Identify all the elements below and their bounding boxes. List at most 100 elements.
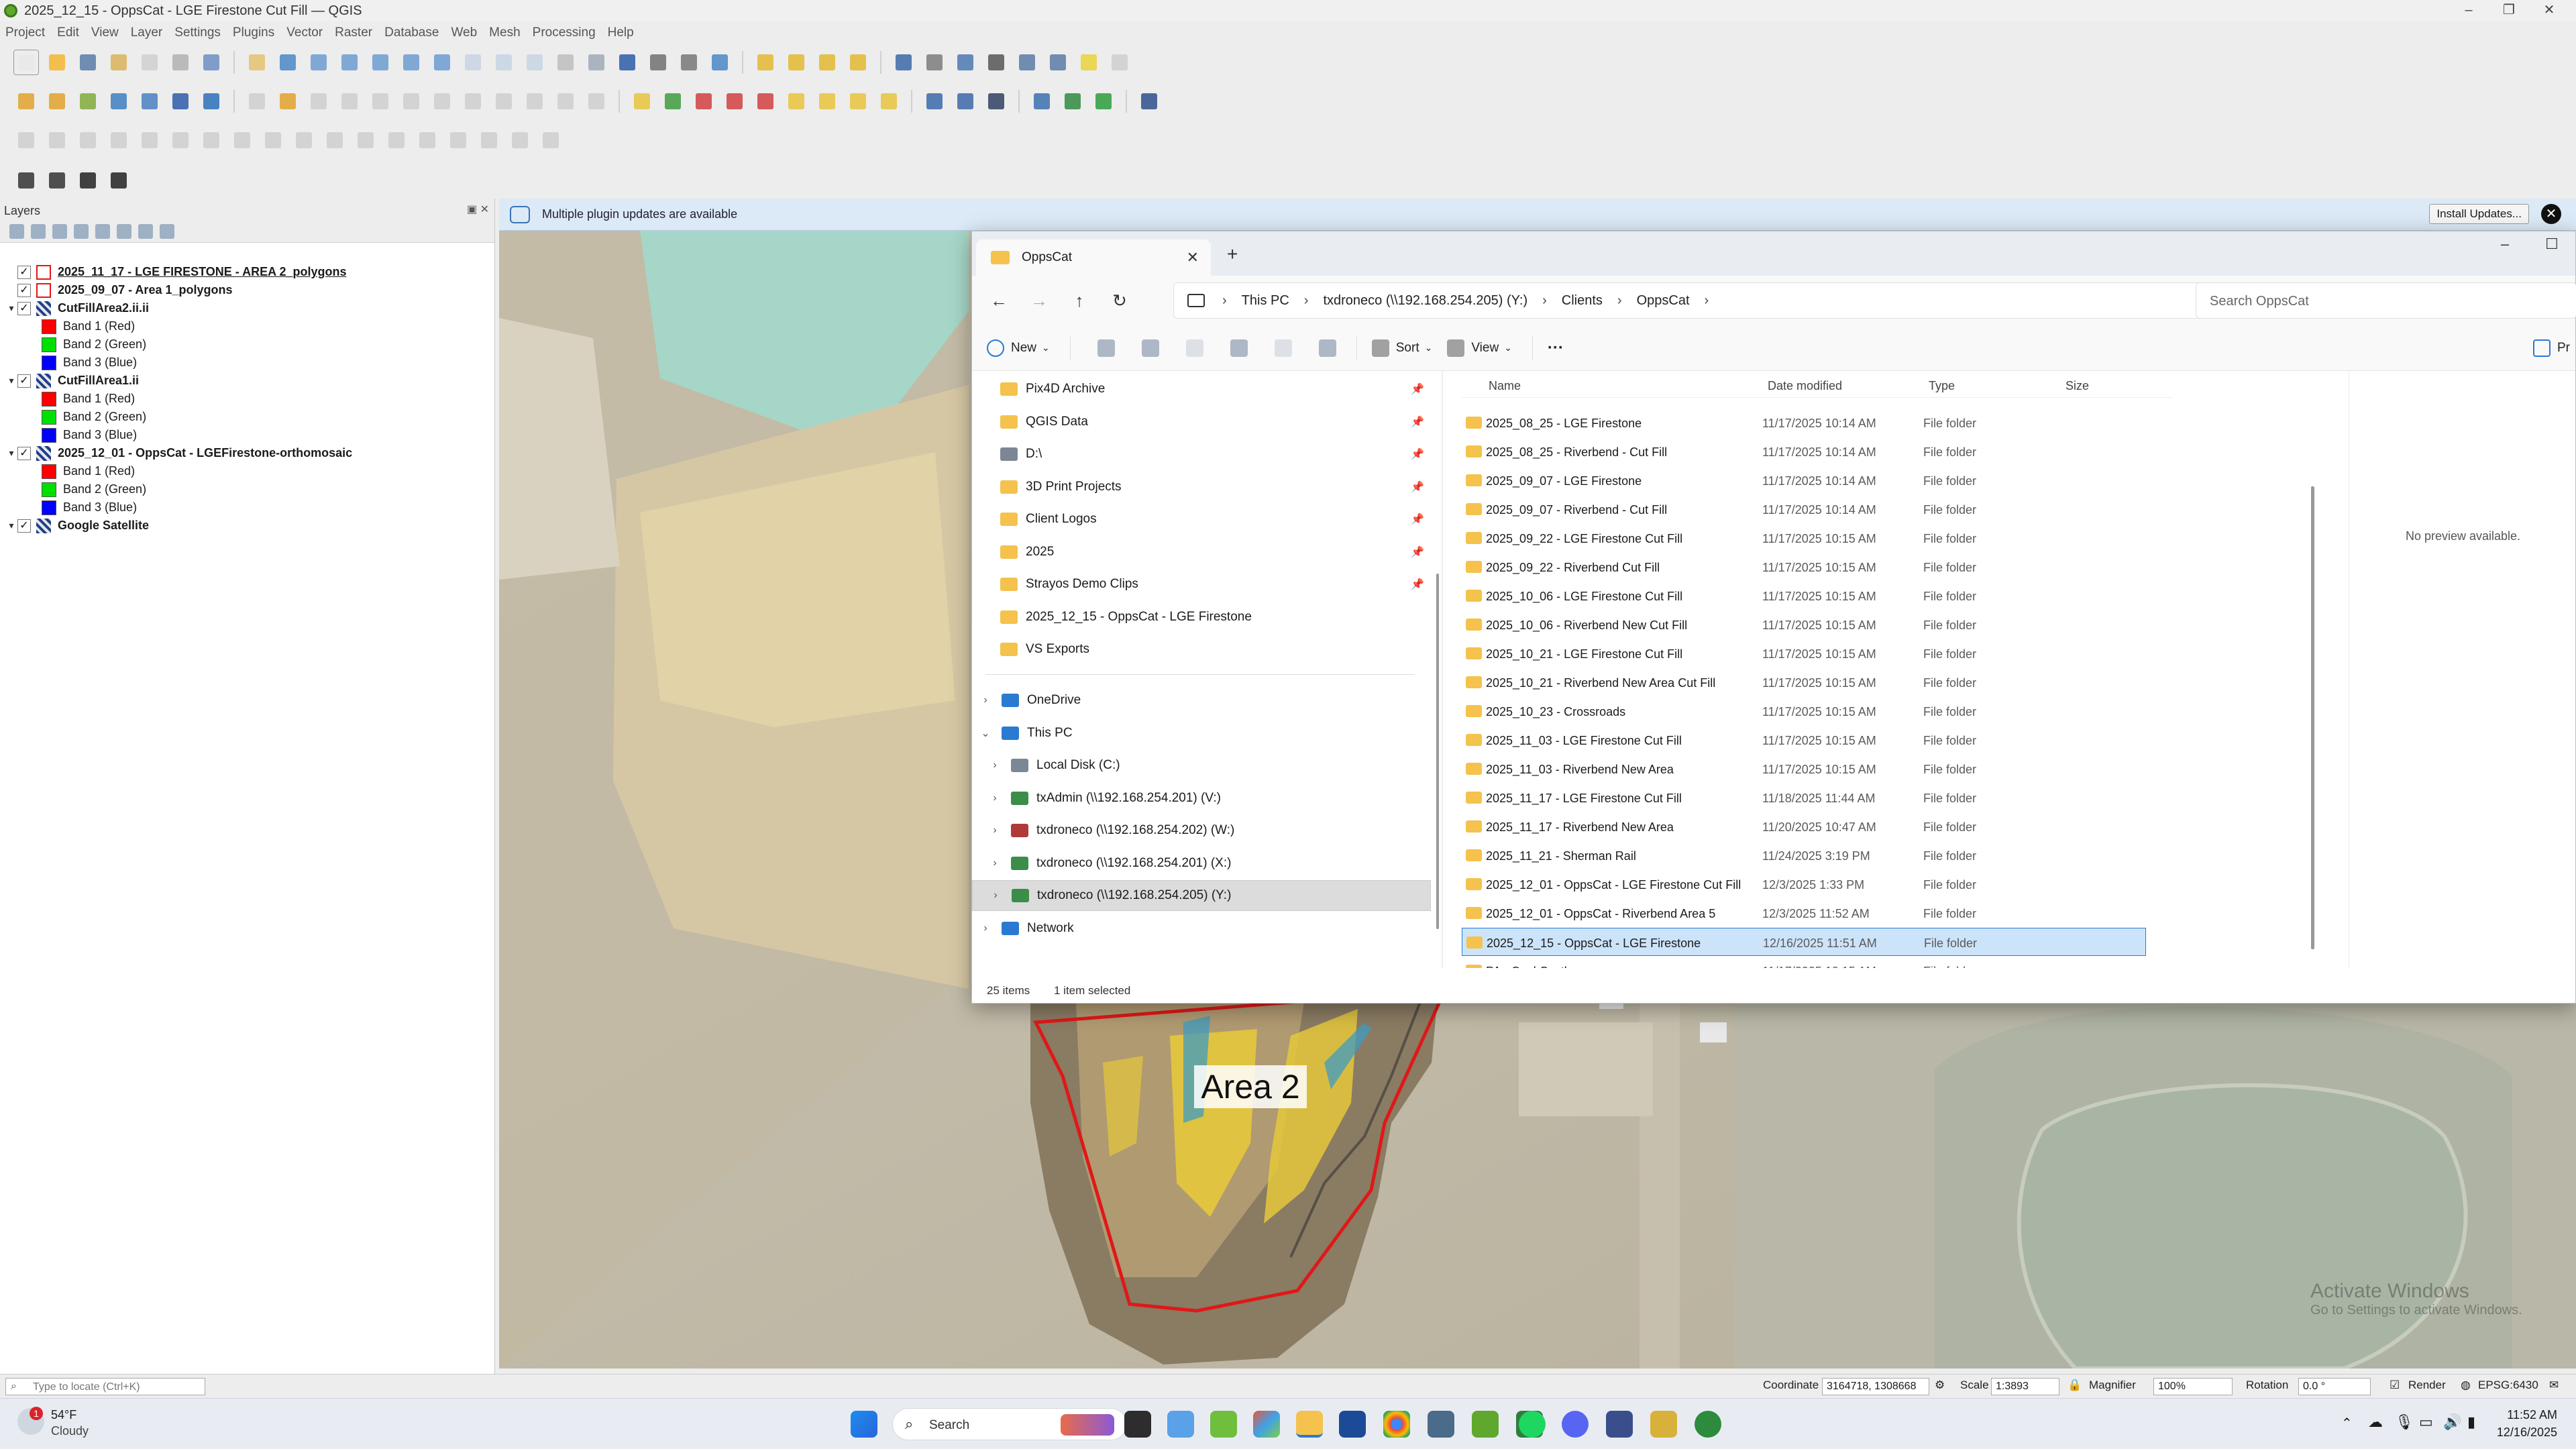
offset-curve-icon[interactable] — [291, 127, 317, 153]
quick-access-item[interactable]: Client Logos 📌 — [972, 504, 1431, 535]
quick-access-item[interactable]: QGIS Data 📌 — [972, 407, 1431, 437]
advanced-digitize-icon[interactable] — [13, 127, 39, 153]
delete-ring-icon[interactable] — [199, 127, 224, 153]
chevron-right-icon[interactable]: › — [979, 694, 992, 706]
toggle-editing-icon[interactable] — [275, 89, 301, 114]
spotify-icon[interactable] — [1519, 1411, 1546, 1438]
statistics-sum-icon[interactable] — [983, 50, 1009, 75]
file-row[interactable]: 2025_10_06 - Riverbend New Cut Fill 11/17… — [1462, 610, 2146, 639]
zoom-full-icon[interactable] — [368, 50, 393, 75]
processing-toolbox-icon[interactable] — [953, 50, 978, 75]
locator-search-input[interactable]: Type to locate (Ctrl+K) — [5, 1378, 205, 1395]
layer-band-row[interactable]: Band 3 (Blue) — [42, 426, 137, 444]
plugin-icon[interactable] — [1060, 89, 1085, 114]
pan-map-icon[interactable] — [244, 50, 270, 75]
chevron-down-icon[interactable]: ⌄ — [979, 727, 992, 740]
close-tab-icon[interactable]: ✕ — [1187, 249, 1199, 266]
pan-to-selection-icon[interactable] — [275, 50, 301, 75]
menu-settings[interactable]: Settings — [174, 25, 221, 40]
manage-themes-icon[interactable] — [52, 223, 67, 239]
close-message-icon[interactable]: ✕ — [2541, 204, 2561, 224]
file-row[interactable]: 2025_10_23 - Crossroads 11/17/2025 10:15 … — [1462, 697, 2146, 725]
metasearch-icon[interactable] — [922, 89, 947, 114]
file-row[interactable]: 2025_10_21 - Riverbend New Area Cut Fill… — [1462, 668, 2146, 696]
layer-visibility-checkbox[interactable]: ✓ — [17, 374, 31, 388]
cut-features-icon[interactable] — [460, 89, 486, 114]
file-row[interactable]: 2025_10_21 - LGE Firestone Cut Fill 11/17… — [1462, 639, 2146, 667]
cut-icon[interactable] — [1097, 339, 1115, 357]
crs-toggle-icon[interactable]: ⚙ — [1935, 1379, 1945, 1392]
app-icon-blue[interactable] — [1606, 1411, 1633, 1438]
layer-visibility-checkbox[interactable]: ✓ — [17, 519, 31, 533]
breadcrumb-this-pc[interactable]: This PC — [1242, 293, 1289, 309]
file-row[interactable]: 2025_09_22 - Riverbend Cut Fill 11/17/202… — [1462, 553, 2146, 581]
style-manager-icon[interactable] — [199, 50, 224, 75]
add-part-icon[interactable] — [137, 127, 162, 153]
reshape-icon[interactable] — [260, 127, 286, 153]
quick-access-item[interactable]: 2025_12_15 - OppsCat - LGE Firestone — [972, 602, 1431, 633]
qgis-taskbar-icon[interactable] — [1472, 1411, 1499, 1438]
file-explorer-icon[interactable] — [1296, 1411, 1323, 1438]
zoom-to-layer-icon[interactable] — [429, 50, 455, 75]
bookmark-icon[interactable] — [614, 50, 640, 75]
file-row[interactable]: PA - Coal Castle 11/17/2025 10:15 AM File … — [1462, 957, 2146, 968]
copilot-icon[interactable] — [1253, 1411, 1280, 1438]
modify-attributes-icon[interactable] — [398, 89, 424, 114]
layer-row[interactable]: ✓ 2025_11_17 - LGE FIRESTONE - AREA 2_pol… — [5, 263, 346, 281]
render-checkbox[interactable]: ☑ — [2390, 1379, 2400, 1392]
layer-band-row[interactable]: Band 2 (Green) — [42, 408, 146, 426]
layer-visibility-checkbox[interactable]: ✓ — [17, 265, 31, 279]
pin-icon[interactable]: 📌 — [1411, 415, 1424, 429]
refresh-icon[interactable]: ↻ — [1099, 290, 1140, 311]
show-hidden-icons[interactable]: ⌃ — [2341, 1415, 2353, 1432]
select-features-icon[interactable] — [753, 50, 778, 75]
nav-tree-item[interactable]: › txAdmin (\\192.168.254.201) (V:) — [972, 783, 1431, 814]
lock-scale-icon[interactable]: 🔒 — [2068, 1379, 2082, 1392]
menu-mesh[interactable]: Mesh — [489, 25, 520, 40]
quick-access-item[interactable]: Pix4D Archive 📌 — [972, 374, 1431, 405]
rotate-label-icon[interactable] — [784, 89, 809, 114]
nav-scrollbar[interactable] — [1436, 574, 1439, 929]
globe-icon[interactable] — [983, 89, 1009, 114]
breadcrumb[interactable]: › This PC › txdroneco (\\192.168.254.205… — [1173, 282, 2220, 319]
filter-expression-icon[interactable] — [95, 223, 110, 239]
layer-band-row[interactable]: Band 2 (Green) — [42, 480, 146, 498]
paste-icon[interactable] — [1185, 339, 1203, 357]
onedrive-tray-icon[interactable]: ☁ — [2368, 1413, 2383, 1431]
diagram-tool-icon[interactable] — [845, 89, 871, 114]
rotate-feature-icon[interactable] — [44, 127, 70, 153]
change-label-icon[interactable] — [814, 89, 840, 114]
nav-tree-item[interactable]: › Local Disk (C:) — [972, 750, 1431, 781]
menu-processing[interactable]: Processing — [533, 25, 596, 40]
file-row[interactable]: 2025_12_15 - OppsCat - LGE Firestone 12/1… — [1462, 928, 2146, 956]
crs-globe-icon[interactable]: ◍ — [2461, 1379, 2471, 1392]
python-console-icon[interactable] — [1029, 89, 1055, 114]
menu-layer[interactable]: Layer — [131, 25, 163, 40]
digitize-icon[interactable] — [337, 89, 362, 114]
expand-toggle-icon[interactable]: ▾ — [5, 375, 17, 386]
view-button[interactable]: View ⌄ — [1447, 339, 1512, 357]
menu-edit[interactable]: Edit — [57, 25, 79, 40]
explorer-search-input[interactable]: Search OppsCat — [2196, 282, 2576, 319]
select-location-icon[interactable] — [845, 50, 871, 75]
maximize-button[interactable]: ❐ — [2489, 0, 2529, 21]
sync-arrows-icon[interactable] — [75, 168, 101, 193]
microphone-icon[interactable]: 🎙 — [2395, 1413, 2414, 1431]
new-geopackage-icon[interactable] — [44, 89, 70, 114]
layer-band-row[interactable]: Band 1 (Red) — [42, 462, 135, 480]
column-size[interactable]: Size — [2065, 379, 2089, 393]
paste-features-icon[interactable] — [522, 89, 547, 114]
simplify-icon[interactable] — [75, 127, 101, 153]
nav-tree-item[interactable]: › txdroneco (\\192.168.254.202) (W:) — [972, 815, 1431, 846]
layer-row[interactable]: ▾ ✓ 2025_12_01 - OppsCat - LGEFirestone-or… — [5, 444, 352, 462]
layout-manager-icon[interactable] — [168, 50, 193, 75]
snipping-tool-icon[interactable] — [1167, 1411, 1194, 1438]
layer-row[interactable]: ▾ ✓ CutFillArea1.ii — [5, 372, 139, 390]
taskbar-search[interactable]: ⌕ Search — [892, 1408, 1127, 1440]
pin-icon[interactable]: 📌 — [1411, 513, 1424, 526]
add-group-icon[interactable] — [31, 223, 46, 239]
menu-plugins[interactable]: Plugins — [233, 25, 274, 40]
start-icon[interactable] — [851, 1411, 877, 1438]
rename-icon[interactable] — [1230, 339, 1248, 357]
temporal-controller-icon[interactable] — [676, 50, 702, 75]
